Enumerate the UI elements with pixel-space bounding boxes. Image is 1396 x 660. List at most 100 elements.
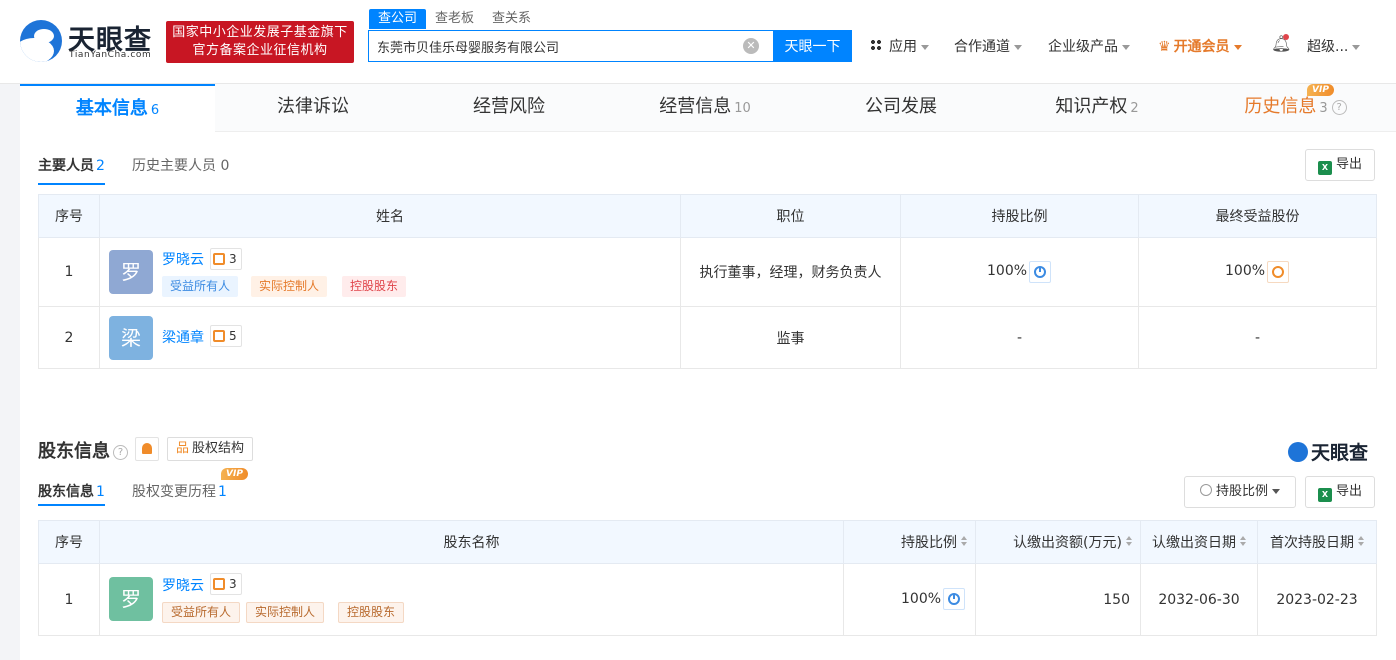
chevron-down-icon	[1014, 44, 1022, 50]
subtab-equity-history[interactable]: 股权变更历程 1	[132, 481, 227, 511]
row-ratio: -	[900, 306, 1139, 369]
relation-button[interactable]: 3	[210, 573, 242, 595]
tab-risk[interactable]: 经营风险	[411, 84, 607, 132]
person-cell: 罗 罗晓云 3 受益所有人 实际控制人 控股股东	[99, 237, 681, 307]
tab-label: 法律诉讼	[277, 96, 349, 117]
tianyancha-logo-icon	[1288, 442, 1308, 462]
subtab-count: 1	[96, 484, 105, 500]
chevron-down-icon	[1272, 489, 1280, 494]
ratio-filter-label: 持股比例	[1215, 484, 1268, 499]
equity-structure-button[interactable]: 品股权结构	[167, 437, 253, 461]
table-row: 1 罗 罗晓云 3 受益所有人 实际控制人 控股股东 100% 150 2032…	[38, 563, 1377, 636]
sort-icon	[1358, 536, 1364, 546]
col-ratio: 持股比例	[900, 194, 1139, 238]
benefit-cell: 100%	[1138, 237, 1377, 307]
col-first-date[interactable]: 首次持股日期	[1257, 520, 1377, 564]
tianyancha-logo-icon[interactable]	[20, 20, 62, 62]
tag-actual-controller[interactable]: 实际控制人	[246, 602, 325, 623]
nav-user[interactable]: 超级...	[1307, 36, 1361, 56]
tab-business[interactable]: 经营信息 10	[607, 84, 803, 132]
clear-icon[interactable]: ✕	[743, 38, 759, 54]
relation-count: 3	[229, 252, 237, 266]
table-header-row: 序号 股东名称 持股比例 认缴出资额(万元) 认缴出资日期 首次持股日期	[38, 520, 1377, 564]
subtab-main-personnel[interactable]: 主要人员 2	[38, 155, 105, 185]
subtab-history-personnel[interactable]: 历史主要人员 0	[132, 155, 229, 185]
gov-badge-line2: 官方备案企业征信机构	[192, 43, 328, 58]
col-position: 职位	[680, 194, 901, 238]
relation-count: 5	[229, 329, 237, 343]
pie-chart-icon[interactable]	[1029, 261, 1051, 283]
avatar[interactable]: 梁	[109, 316, 153, 360]
brand-logo-label: 天眼查	[1311, 442, 1369, 464]
nav-vip[interactable]: ♛ 开通会员	[1158, 36, 1242, 56]
search-tab-company[interactable]: 查公司	[369, 9, 427, 29]
ratio-filter-button[interactable]: 持股比例	[1184, 476, 1296, 508]
col-ratio[interactable]: 持股比例	[843, 520, 976, 564]
nav-enterprise[interactable]: 企业级产品	[1048, 36, 1130, 56]
export-label: 导出	[1335, 157, 1362, 172]
tab-ip[interactable]: 知识产权 2	[999, 84, 1195, 132]
row-first-date: 2023-02-23	[1257, 563, 1377, 636]
nav-enterprise-label: 企业级产品	[1048, 39, 1118, 55]
table-row: 2 梁 梁通章 5 监事 - -	[38, 306, 1377, 369]
holder-cell: 罗 罗晓云 3 受益所有人 实际控制人 控股股东	[99, 563, 844, 636]
vip-badge: VIP	[1307, 84, 1334, 96]
gov-badge: 国家中小企业发展子基金旗下 官方备案企业征信机构	[166, 21, 354, 63]
col-index: 序号	[38, 194, 100, 238]
tag-controlling-shareholder[interactable]: 控股股东	[338, 602, 405, 623]
sort-icon	[1126, 536, 1132, 546]
table-header-row: 序号 姓名 职位 持股比例 最终受益股份	[38, 194, 1377, 238]
search-tab-boss[interactable]: 查老板	[426, 9, 483, 29]
tab-legal[interactable]: 法律诉讼	[215, 84, 411, 132]
apps-grid-icon	[870, 39, 883, 52]
search-tab-relation[interactable]: 查关系	[483, 9, 540, 29]
avatar[interactable]: 罗	[109, 250, 153, 294]
col-ratio-label: 持股比例	[901, 535, 957, 551]
follow-bell-button[interactable]	[135, 437, 159, 461]
tab-development[interactable]: 公司发展	[803, 84, 999, 132]
help-icon[interactable]: ?	[113, 445, 128, 460]
tab-label: 经营信息	[659, 96, 732, 117]
row-benefit: 100%	[1225, 263, 1266, 279]
tag-actual-controller: 实际控制人	[251, 276, 328, 297]
col-first-date-label: 首次持股日期	[1270, 535, 1354, 551]
avatar[interactable]: 罗	[109, 577, 153, 621]
subtab-label: 股权变更历程	[132, 484, 216, 500]
search-button[interactable]: 天眼一下	[773, 30, 852, 62]
search-input[interactable]	[368, 30, 774, 62]
crown-icon: ♛	[1158, 39, 1171, 55]
export-button[interactable]: X 导出	[1305, 476, 1375, 508]
help-icon[interactable]: ?	[1331, 100, 1347, 115]
col-index: 序号	[38, 520, 100, 564]
search-type-tabs: 查公司 查老板 查关系	[369, 9, 540, 29]
col-amount[interactable]: 认缴出资额(万元)	[975, 520, 1141, 564]
person-name-link[interactable]: 梁通章	[162, 327, 204, 347]
shareholder-table: 序号 股东名称 持股比例 认缴出资额(万元) 认缴出资日期 首次持股日期 1 罗…	[38, 520, 1377, 636]
ratio-cell: 100%	[900, 237, 1139, 307]
row-index: 2	[38, 306, 100, 369]
holder-name-link[interactable]: 罗晓云	[162, 575, 204, 595]
subtab-shareholders[interactable]: 股东信息 1	[38, 481, 105, 506]
sort-icon	[1240, 536, 1246, 546]
col-holder-name: 股东名称	[99, 520, 844, 564]
col-date[interactable]: 认缴出资日期	[1140, 520, 1258, 564]
excel-icon: X	[1317, 161, 1332, 175]
nav-coop[interactable]: 合作通道	[954, 36, 1022, 56]
row-ratio: 100%	[987, 263, 1028, 279]
pie-chart-icon[interactable]	[943, 588, 965, 610]
target-icon[interactable]	[1267, 261, 1289, 283]
tab-basic-info[interactable]: 基本信息 6	[20, 84, 215, 132]
bell-icon[interactable]: 🔔︎	[1271, 34, 1291, 53]
nav-apps[interactable]: 应用	[870, 36, 929, 56]
tag-beneficial-owner[interactable]: 受益所有人	[162, 602, 241, 623]
tab-count: 3	[1319, 101, 1328, 116]
relation-graph-icon	[213, 578, 225, 590]
row-ratio: 100%	[901, 591, 942, 607]
person-name-link[interactable]: 罗晓云	[162, 249, 204, 269]
tab-history[interactable]: 历史信息 3?	[1195, 84, 1396, 132]
relation-button[interactable]: 3	[210, 248, 242, 270]
tag-controlling-shareholder: 控股股东	[342, 276, 407, 297]
relation-button[interactable]: 5	[210, 325, 242, 347]
export-button[interactable]: X 导出	[1305, 149, 1375, 181]
chevron-down-icon	[1122, 44, 1130, 50]
